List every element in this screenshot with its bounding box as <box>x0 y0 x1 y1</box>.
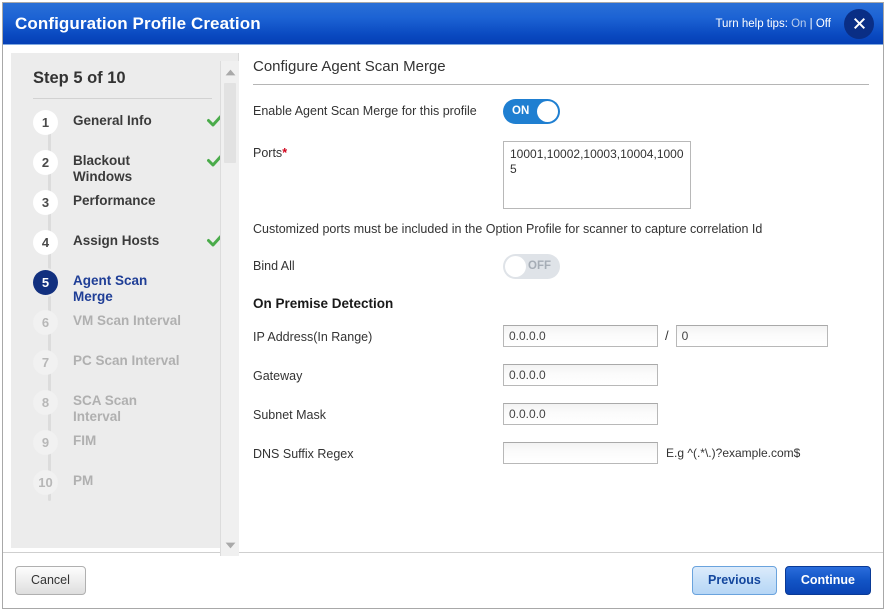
step-number: 7 <box>33 350 58 375</box>
sidebar-item-label: Agent Scan Merge <box>73 269 183 305</box>
help-tips-separator: | <box>810 18 813 30</box>
agent-scan-merge-panel: Configure Agent Scan Merge Enable Agent … <box>239 45 883 552</box>
cancel-button[interactable]: Cancel <box>15 566 86 595</box>
help-tips-on-link[interactable]: On <box>791 18 806 30</box>
toggle-knob <box>505 256 526 277</box>
sidebar-item-label: General Info <box>73 109 152 129</box>
bind-all-label: Bind All <box>253 254 503 274</box>
close-button[interactable] <box>845 10 873 38</box>
ip-address-label: IP Address(In Range) <box>253 325 503 345</box>
ip-cidr-input[interactable] <box>676 325 828 347</box>
sidebar-item-sca-scan-interval[interactable]: 8 SCA Scan Interval <box>33 389 238 429</box>
step-number: 1 <box>33 110 58 135</box>
sidebar-item-label: Performance <box>73 189 156 209</box>
dns-suffix-regex-label: DNS Suffix Regex <box>253 442 503 462</box>
bind-all-row: Bind All OFF <box>253 254 869 279</box>
ip-address-input[interactable] <box>503 325 658 347</box>
sidebar-item-label: PC Scan Interval <box>73 349 180 369</box>
sidebar-item-agent-scan-merge[interactable]: 5 Agent Scan Merge <box>33 269 238 309</box>
help-tips-off-link[interactable]: Off <box>816 18 831 30</box>
subnet-mask-input[interactable] <box>503 403 658 425</box>
sidebar-item-fim[interactable]: 9 FIM <box>33 429 238 469</box>
sidebar-item-pm[interactable]: 10 PM <box>33 469 238 509</box>
help-tips-label: Turn help tips: <box>715 18 787 30</box>
wizard-step-list: 1 General Info 2 Blackout Windows <box>11 109 238 509</box>
panel-title: Configure Agent Scan Merge <box>253 55 869 84</box>
step-number: 10 <box>33 470 58 495</box>
toggle-knob <box>537 101 558 122</box>
dialog-footer: Cancel Previous Continue <box>3 552 883 608</box>
ports-label: Ports* <box>253 141 503 161</box>
enable-agent-scan-merge-toggle[interactable]: ON <box>503 99 560 124</box>
gateway-row: Gateway <box>253 364 869 386</box>
dns-suffix-regex-hint: E.g ^(.*\.)?example.com$ <box>666 442 800 464</box>
ports-note: Customized ports must be included in the… <box>253 222 869 236</box>
sidebar-item-label: FIM <box>73 429 96 449</box>
dialog-titlebar: Configuration Profile Creation Turn help… <box>3 3 883 45</box>
configuration-profile-creation-dialog: Configuration Profile Creation Turn help… <box>2 2 884 609</box>
subnet-mask-label: Subnet Mask <box>253 403 503 423</box>
footer-primary-actions: Previous Continue <box>692 566 871 595</box>
step-number: 9 <box>33 430 58 455</box>
step-number: 3 <box>33 190 58 215</box>
enable-agent-scan-merge-row: Enable Agent Scan Merge for this profile… <box>253 99 869 124</box>
scroll-down-arrow-icon[interactable] <box>221 536 239 554</box>
gateway-input[interactable] <box>503 364 658 386</box>
step-number: 4 <box>33 230 58 255</box>
step-number: 8 <box>33 390 58 415</box>
dns-suffix-regex-row: DNS Suffix Regex E.g ^(.*\.)?example.com… <box>253 442 869 464</box>
sidebar-item-general-info[interactable]: 1 General Info <box>33 109 238 149</box>
ports-row: Ports* <box>253 141 869 209</box>
bind-all-toggle[interactable]: OFF <box>503 254 560 279</box>
enable-agent-scan-merge-label: Enable Agent Scan Merge for this profile <box>253 99 503 119</box>
subnet-mask-row: Subnet Mask <box>253 403 869 425</box>
sidebar-inner: Step 5 of 10 1 General Info 2 Blackout W… <box>11 53 238 548</box>
help-tips-control: Turn help tips: On | Off <box>715 18 831 30</box>
sidebar-item-pc-scan-interval[interactable]: 7 PC Scan Interval <box>33 349 238 389</box>
dialog-title: Configuration Profile Creation <box>15 14 261 34</box>
scroll-up-arrow-icon[interactable] <box>221 63 239 81</box>
step-number: 6 <box>33 310 58 335</box>
ports-label-text: Ports <box>253 146 282 160</box>
sidebar-item-label: PM <box>73 469 93 489</box>
close-icon <box>853 17 866 30</box>
toggle-state-label: ON <box>512 99 529 124</box>
gateway-label: Gateway <box>253 364 503 384</box>
dns-suffix-regex-input[interactable] <box>503 442 658 464</box>
step-number: 5 <box>33 270 58 295</box>
sidebar-item-vm-scan-interval[interactable]: 6 VM Scan Interval <box>33 309 238 349</box>
sidebar-item-assign-hosts[interactable]: 4 Assign Hosts <box>33 229 238 269</box>
scrollbar-thumb[interactable] <box>224 83 236 163</box>
step-counter-heading: Step 5 of 10 <box>11 67 238 98</box>
continue-button[interactable]: Continue <box>785 566 871 595</box>
ip-address-row: IP Address(In Range) / <box>253 325 869 347</box>
sidebar-divider <box>33 98 212 99</box>
sidebar-item-blackout-windows[interactable]: 2 Blackout Windows <box>33 149 238 189</box>
sidebar-item-label: Assign Hosts <box>73 229 159 249</box>
dialog-content: Step 5 of 10 1 General Info 2 Blackout W… <box>3 45 883 552</box>
sidebar-item-label: Blackout Windows <box>73 149 183 185</box>
wizard-step-sidebar: Step 5 of 10 1 General Info 2 Blackout W… <box>11 53 239 548</box>
sidebar-item-label: VM Scan Interval <box>73 309 181 329</box>
ip-range-separator: / <box>665 325 669 347</box>
step-number: 2 <box>33 150 58 175</box>
sidebar-item-performance[interactable]: 3 Performance <box>33 189 238 229</box>
required-asterisk: * <box>282 146 287 160</box>
ports-textarea[interactable] <box>503 141 691 209</box>
sidebar-scrollbar[interactable] <box>220 61 239 556</box>
titlebar-actions: Turn help tips: On | Off <box>715 10 883 38</box>
sidebar-item-label: SCA Scan Interval <box>73 389 183 425</box>
on-premise-detection-heading: On Premise Detection <box>253 296 869 311</box>
previous-button[interactable]: Previous <box>692 566 777 595</box>
panel-title-divider <box>253 84 869 85</box>
toggle-state-label: OFF <box>528 254 551 279</box>
